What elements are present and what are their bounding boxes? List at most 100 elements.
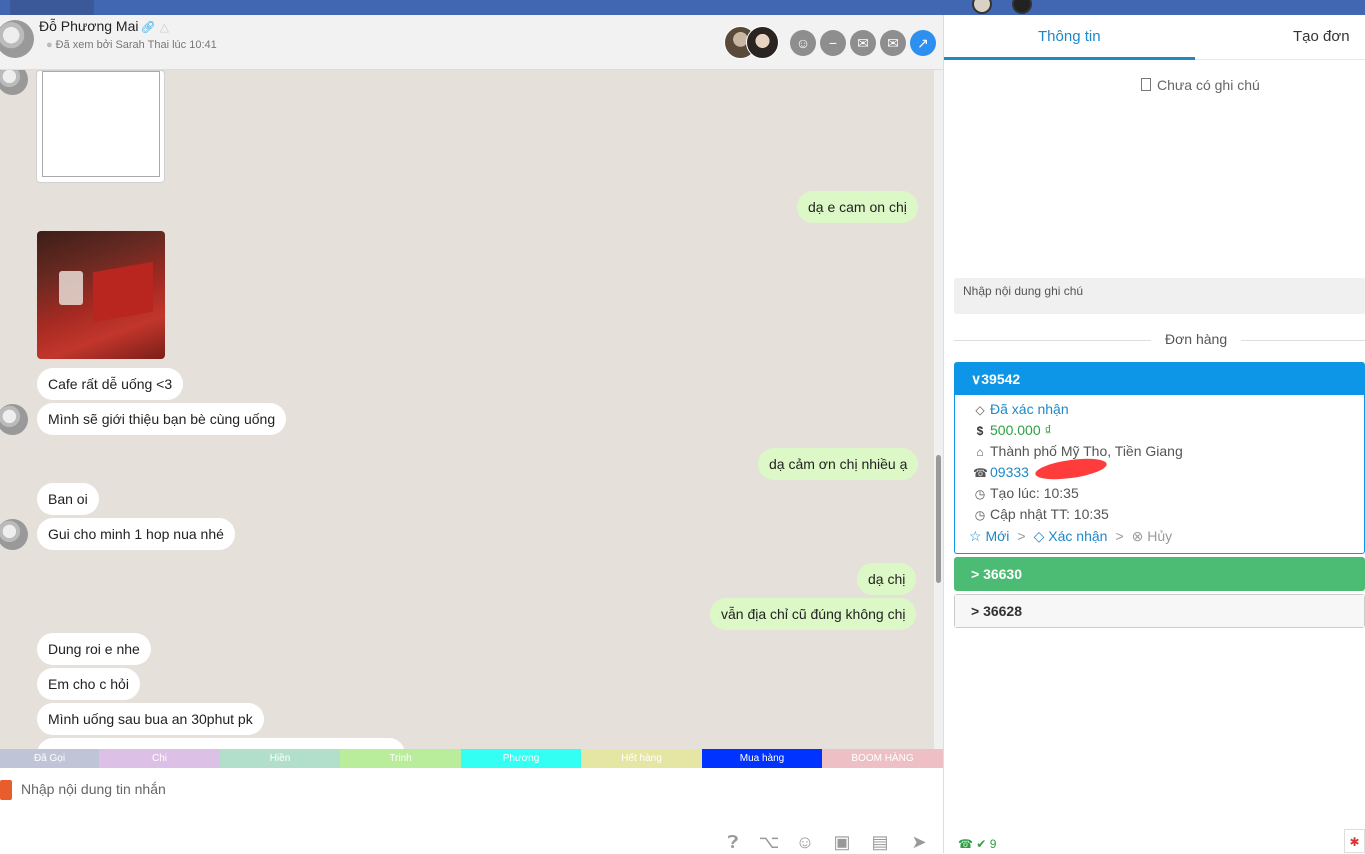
home-icon: ⌂ xyxy=(976,445,984,459)
inbox-icon[interactable]: ✉ xyxy=(850,30,876,56)
tab-tao-don[interactable]: Tạo đơn xyxy=(1293,28,1350,45)
note-input[interactable]: Nhập nội dung ghi chú xyxy=(954,278,1365,314)
top-bar xyxy=(0,0,1365,15)
order-card[interactable]: > 36630 xyxy=(954,557,1365,591)
chevron-down-icon: ∨ xyxy=(971,371,982,387)
flow-separator: > xyxy=(1115,528,1124,544)
info-panel: Thông tin Tạo đơn Chưa có ghi chú Nhập n… xyxy=(944,15,1365,853)
user-icon: ● xyxy=(46,39,53,51)
seen-status: ● Đã xem bởi Sarah Thai lúc 10:41 xyxy=(46,39,217,51)
dollar-icon: $ xyxy=(976,424,984,438)
order-status-row: ◇ Đã xác nhận xyxy=(973,399,1364,420)
photo-attachment[interactable] xyxy=(37,231,165,359)
shield-check-icon: ◇ xyxy=(1033,528,1045,544)
tab-thong-tin[interactable]: Thông tin xyxy=(1038,28,1101,45)
tag-mua-hang[interactable]: Mua hàng xyxy=(702,749,822,768)
message-outgoing: vẫn địa chỉ cũ đúng không chị xyxy=(710,598,917,630)
cancel-circle-icon: ⊗ xyxy=(1131,528,1144,544)
info-tabs: Thông tin Tạo đơn xyxy=(944,15,1365,60)
quick-reply-icon[interactable]: ▤ xyxy=(869,831,891,853)
staff-avatar[interactable] xyxy=(746,26,779,59)
arrow-up-right-icon[interactable]: ↗ xyxy=(910,30,936,56)
message-incoming: Em cho c hỏi xyxy=(37,668,140,700)
contact-avatar[interactable] xyxy=(0,20,34,58)
bug-icon[interactable]: ✱ xyxy=(1344,829,1365,853)
link-icon[interactable]: 🔗︎ xyxy=(140,20,155,34)
order-card[interactable]: > 36628 xyxy=(954,594,1365,628)
chevron-right-icon: > xyxy=(971,566,980,582)
status-cancel-label: Hủy xyxy=(1147,528,1173,544)
order-details: ◇ Đã xác nhận $500.000 ₫ ⌂ Thành phố Mỹ Th… xyxy=(955,395,1364,553)
order-header[interactable]: ∨39542 xyxy=(955,363,1364,395)
top-bar-avatar[interactable] xyxy=(972,0,992,14)
phone-icon: ☎ xyxy=(958,837,973,851)
image-attachment[interactable] xyxy=(36,70,165,183)
tag-da-goi[interactable]: Đã Gọi xyxy=(0,749,99,768)
status-confirm[interactable]: ◇ Xác nhận xyxy=(1034,528,1108,544)
contact-name[interactable]: Đỗ Phương Mai xyxy=(39,18,138,34)
status-confirm-label: Xác nhận xyxy=(1048,528,1108,544)
order-created: Tạo lúc: 10:35 xyxy=(990,485,1079,501)
order-created-row: ◷ Tạo lúc: 10:35 xyxy=(973,483,1364,504)
shield-check-icon: ◇ xyxy=(975,403,985,417)
document-icon xyxy=(1141,78,1151,91)
tag-phuong[interactable]: Phương xyxy=(461,749,581,768)
send-icon[interactable]: ➤ xyxy=(908,831,930,853)
status-cancel[interactable]: ⊗ Hủy xyxy=(1132,528,1173,544)
message-composer[interactable]: Nhập nội dung tin nhắn ❓︎ ⌥ ☺ ▣ ▤ ➤ xyxy=(0,768,943,853)
chat-scrollbar-thumb[interactable] xyxy=(936,455,941,583)
order-updated-row: ◷ Cập nhật TT: 10:35 xyxy=(973,504,1364,525)
tag-bar: Đã Gọi Chi Hiền Trinh Phương Hết hàng Mu… xyxy=(0,749,943,768)
birthday-icon: △ xyxy=(159,20,169,34)
staff-avatars[interactable] xyxy=(724,26,780,60)
order-card: ∨39542 ◇ Đã xác nhận $500.000 ₫ ⌂ Thành ph… xyxy=(954,362,1365,554)
order-id: 36630 xyxy=(983,566,1023,582)
orders-title: Đơn hàng xyxy=(1151,331,1242,347)
message-incoming: Cafe rất dễ uống <3 xyxy=(37,368,184,400)
chat-scrollbar[interactable] xyxy=(934,70,943,749)
order-status: Đã xác nhận xyxy=(990,401,1069,417)
order-price: 500.000 ₫ xyxy=(990,422,1052,438)
message-input[interactable]: Nhập nội dung tin nhắn xyxy=(21,781,166,797)
tag-chi[interactable]: Chi xyxy=(99,749,220,768)
note-empty-state: Chưa có ghi chú xyxy=(1141,77,1260,93)
image-icon[interactable]: ▣ xyxy=(831,831,853,853)
photo-cup xyxy=(59,271,83,305)
share-icon[interactable]: ⌥ xyxy=(758,831,780,853)
tag-het-hang[interactable]: Hết hàng xyxy=(581,749,702,768)
tag-trinh[interactable]: Trinh xyxy=(340,749,461,768)
contact-avatar xyxy=(0,70,28,95)
message-incoming: Ban oi xyxy=(37,483,99,515)
gift-icon[interactable] xyxy=(0,780,12,800)
tag-hien[interactable]: Hiền xyxy=(220,749,340,768)
order-updated: Cập nhật TT: 10:35 xyxy=(990,506,1109,522)
reddit-icon[interactable]: ☺ xyxy=(790,30,816,56)
order-phone-row: ☎ 09333 xyxy=(973,462,1364,483)
bottom-stats: ☎ ✔ 9 xyxy=(958,837,996,851)
message-incoming: Dung roi e nhe xyxy=(37,633,151,665)
chat-header: Đỗ Phương Mai 🔗︎ △ ● Đã xem bởi Sarah Thai … xyxy=(0,15,943,70)
top-bar-avatar[interactable] xyxy=(1012,0,1032,14)
emoji-icon[interactable]: ☺ xyxy=(794,831,816,853)
status-new[interactable]: ☆ Mới xyxy=(969,528,1009,544)
order-address: Thành phố Mỹ Tho, Tiền Giang xyxy=(990,443,1183,459)
order-status-flow: ☆ Mới > ◇ Xác nhận > ⊗ Hủy xyxy=(969,525,1364,547)
minus-icon[interactable]: − xyxy=(820,30,846,56)
order-phone[interactable]: 09333 xyxy=(990,464,1029,480)
message-incoming: Gui cho minh 1 hop nua nhé xyxy=(37,518,235,550)
order-id: 39542 xyxy=(981,371,1021,387)
broken-image xyxy=(42,71,160,177)
active-tab-indicator xyxy=(944,57,1195,60)
order-header[interactable]: > 36628 xyxy=(955,595,1364,627)
chevron-right-icon: > xyxy=(971,603,980,619)
help-icon[interactable]: ❓︎ xyxy=(722,831,744,853)
seen-status-text: Đã xem bởi Sarah Thai lúc 10:41 xyxy=(55,39,217,51)
order-header[interactable]: > 36630 xyxy=(955,558,1364,590)
flow-separator: > xyxy=(1017,528,1026,544)
mail-icon[interactable]: ✉ xyxy=(880,30,906,56)
tag-boom-hang[interactable]: BOOM HÀNG xyxy=(822,749,943,768)
order-price-row: $500.000 ₫ xyxy=(973,420,1364,441)
contact-avatar xyxy=(0,519,28,550)
chat-messages[interactable]: dạ e cam on chị Cafe rất dễ uống <3 Mình… xyxy=(0,70,943,749)
order-address-row: ⌂ Thành phố Mỹ Tho, Tiền Giang xyxy=(973,441,1364,462)
